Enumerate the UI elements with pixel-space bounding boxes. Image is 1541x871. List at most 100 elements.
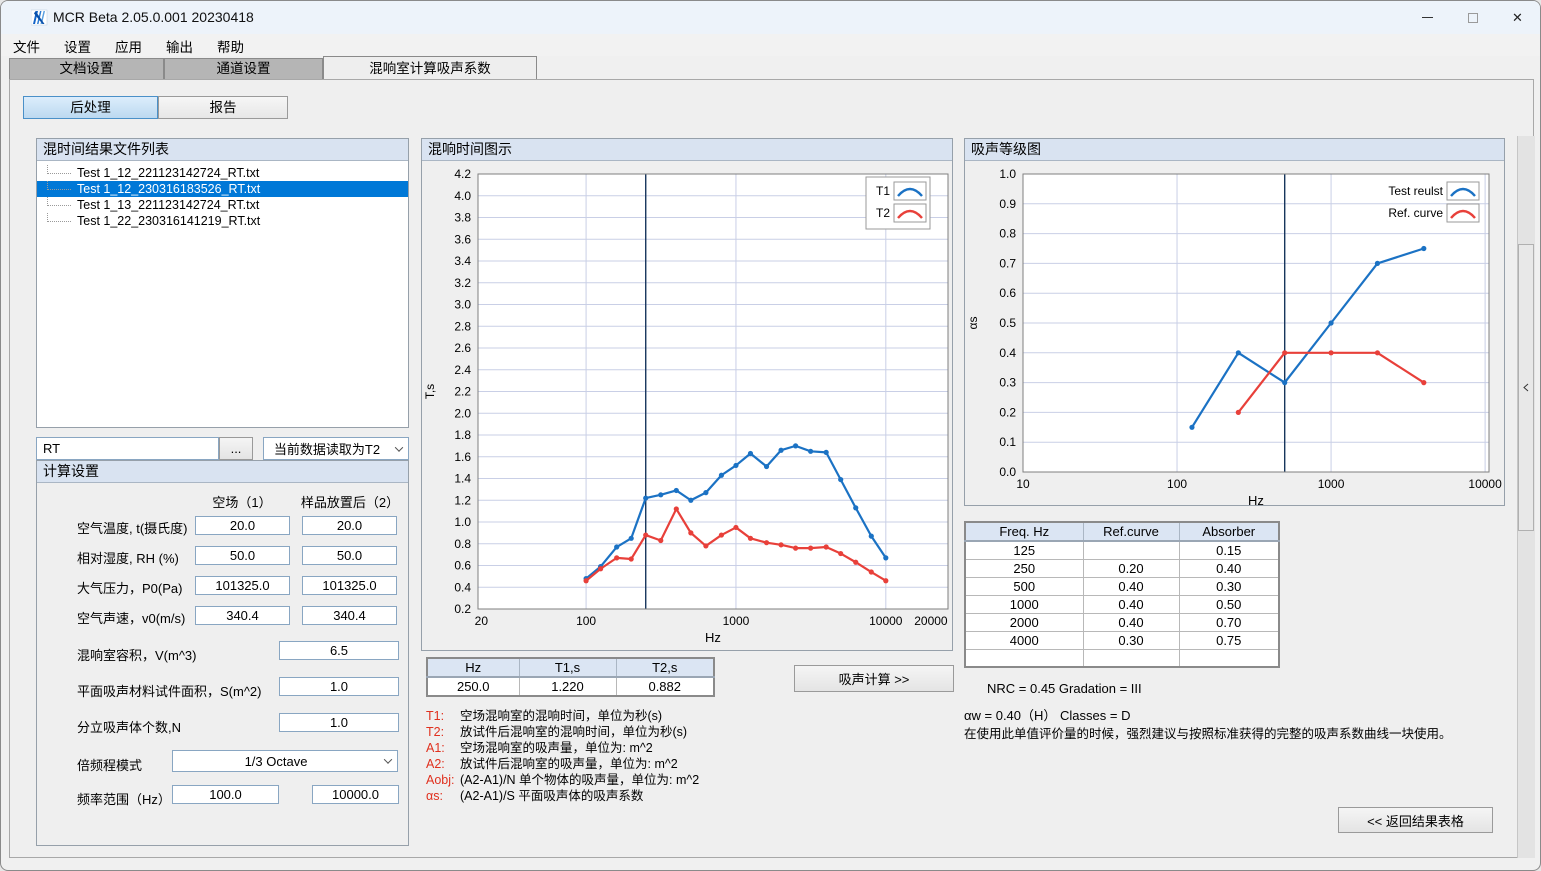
svg-text:1.0: 1.0 xyxy=(999,167,1016,181)
menu-settings[interactable]: 设置 xyxy=(52,34,103,56)
svg-text:0.9: 0.9 xyxy=(999,197,1016,211)
svg-text:T2: T2 xyxy=(876,206,890,220)
rt-files-panel-title: 混时间结果文件列表 xyxy=(37,139,408,161)
svg-text:3.4: 3.4 xyxy=(454,254,471,268)
app-window: MCR Beta 2.05.0.001 20230418 ✕ 文件 设置 应用 … xyxy=(0,0,1541,871)
room-volume-label: 混响室容积，V(m^3) xyxy=(77,645,197,664)
svg-text:T1: T1 xyxy=(876,184,890,198)
sound-speed-label: 空气声速，v0(m/s) xyxy=(77,608,185,627)
note-a2: A2:放试件后混响室的吸声量，单位为: m^2 xyxy=(426,757,678,773)
air-temp-label: 空气温度, t(摄氏度) xyxy=(77,518,188,537)
list-item[interactable]: Test 1_13_221123142724_RT.txt xyxy=(37,197,408,213)
humidity-label: 相对湿度, RH (%) xyxy=(77,548,179,567)
alpha-w-result: αw = 0.40（H） Classes = D xyxy=(964,705,1130,724)
pressure-2-field[interactable] xyxy=(302,576,397,595)
sample-area-field[interactable] xyxy=(279,677,399,696)
chevron-down-icon xyxy=(379,752,396,770)
app-logo-icon xyxy=(31,9,48,26)
absorption-calc-button[interactable]: 吸声计算 >> xyxy=(794,665,954,692)
close-icon: ✕ xyxy=(1512,10,1523,26)
note-aobj: Aobj:(A2-A1)/N 单个物体的吸声量，单位为: m^2 xyxy=(426,773,699,789)
pressure-label: 大气压力，P0(Pa) xyxy=(77,578,182,597)
minimize-button[interactable] xyxy=(1405,1,1450,34)
rt-table-header-t1: T1,s xyxy=(519,658,616,677)
rt-table-header-hz: Hz xyxy=(427,658,519,677)
maximize-button[interactable] xyxy=(1450,1,1495,34)
svg-text:0.3: 0.3 xyxy=(999,376,1016,390)
menu-file[interactable]: 文件 xyxy=(1,34,52,56)
svg-text:2.4: 2.4 xyxy=(454,363,471,377)
tree-branch-icon xyxy=(47,213,71,222)
window-title: MCR Beta 2.05.0.001 20230418 xyxy=(53,9,254,25)
svg-text:Hz: Hz xyxy=(705,630,721,645)
list-item-selected[interactable]: Test 1_12_230316183526_RT.txt xyxy=(37,181,408,197)
freq-max-field[interactable] xyxy=(312,785,399,804)
rt-files-panel: 混时间结果文件列表 Test 1_12_221123142724_RT.txt … xyxy=(36,138,409,428)
rt-table-header-t2: T2,s xyxy=(616,658,714,677)
table-row: 20000.400.70 xyxy=(965,614,1279,632)
freq-range-label: 频率范围（Hz） xyxy=(77,789,171,808)
freq-min-field[interactable] xyxy=(172,785,279,804)
subtab-report[interactable]: 报告 xyxy=(158,96,288,119)
pressure-1-field[interactable] xyxy=(195,576,290,595)
svg-text:2.6: 2.6 xyxy=(454,341,471,355)
tab-channel-settings[interactable]: 通道设置 xyxy=(164,58,323,79)
titlebar: MCR Beta 2.05.0.001 20230418 ✕ xyxy=(1,1,1540,34)
svg-text:1.6: 1.6 xyxy=(454,450,471,464)
svg-text:αs: αs xyxy=(966,317,980,330)
svg-text:Test reulst: Test reulst xyxy=(1388,184,1443,198)
minimize-icon xyxy=(1422,17,1433,18)
octave-mode-label: 倍频程模式 xyxy=(77,755,142,774)
note-a1: A1:空场混响室的吸声量，单位为: m^2 xyxy=(426,741,653,757)
menu-help[interactable]: 帮助 xyxy=(205,34,256,56)
return-results-button[interactable]: << 返回结果表格 xyxy=(1338,807,1493,833)
absorber-count-field[interactable] xyxy=(279,713,399,732)
rt-name-input[interactable] xyxy=(36,437,219,460)
svg-text:2.8: 2.8 xyxy=(454,319,471,333)
svg-text:0.5: 0.5 xyxy=(999,316,1016,330)
table-row: 10000.400.50 xyxy=(965,596,1279,614)
svg-text:0.7: 0.7 xyxy=(999,256,1016,270)
close-button[interactable]: ✕ xyxy=(1495,1,1540,34)
air-temp-2-field[interactable] xyxy=(302,516,397,535)
svg-text:100: 100 xyxy=(576,614,596,628)
absorption-grade-chart: 0.00.10.20.30.40.50.60.70.80.91.01010010… xyxy=(965,161,1504,510)
svg-text:1.2: 1.2 xyxy=(454,493,471,507)
svg-text:1000: 1000 xyxy=(1318,477,1345,491)
humidity-1-field[interactable] xyxy=(195,546,290,565)
table-row: 40000.300.75 xyxy=(965,632,1279,650)
tab-document-settings[interactable]: 文档设置 xyxy=(9,58,164,79)
svg-text:100: 100 xyxy=(1167,477,1187,491)
collapse-panel-button[interactable] xyxy=(1518,244,1534,531)
list-item[interactable]: Test 1_22_230316141219_RT.txt xyxy=(37,213,408,229)
svg-text:0.6: 0.6 xyxy=(454,559,471,573)
octave-mode-combo[interactable]: 1/3 Octave xyxy=(172,750,398,772)
svg-text:20000: 20000 xyxy=(914,614,948,628)
sound-speed-2-field[interactable] xyxy=(302,606,397,625)
table-row: 250.0 1.220 0.882 xyxy=(427,677,714,696)
col-header-empty-room: 空场（1） xyxy=(194,492,290,511)
data-read-as-combo[interactable]: 当前数据读取为T2 xyxy=(263,437,409,460)
menu-output[interactable]: 输出 xyxy=(154,34,205,56)
nrc-result: NRC = 0.45 Gradation = III xyxy=(987,681,1142,696)
tab-reverb-absorption[interactable]: 混响室计算吸声系数 xyxy=(323,56,537,79)
air-temp-1-field[interactable] xyxy=(195,516,290,535)
svg-text:1000: 1000 xyxy=(723,614,750,628)
browse-button[interactable]: ... xyxy=(219,437,253,460)
list-item[interactable]: Test 1_12_221123142724_RT.txt xyxy=(37,165,408,181)
table-row: 2500.200.40 xyxy=(965,560,1279,578)
absorber-count-label: 分立吸声体个数,N xyxy=(77,717,181,736)
svg-text:4.2: 4.2 xyxy=(454,167,471,181)
menu-apply[interactable]: 应用 xyxy=(103,34,154,56)
svg-text:0.0: 0.0 xyxy=(999,465,1016,479)
svg-text:1.0: 1.0 xyxy=(454,515,471,529)
table-row: 1250.15 xyxy=(965,541,1279,560)
room-volume-field[interactable] xyxy=(279,641,399,660)
subtab-postprocess[interactable]: 后处理 xyxy=(23,96,158,119)
humidity-2-field[interactable] xyxy=(302,546,397,565)
svg-text:10000: 10000 xyxy=(869,614,903,628)
absorption-table: Freq. Hz Ref.curve Absorber 1250.15 2500… xyxy=(964,521,1280,668)
sound-speed-1-field[interactable] xyxy=(195,606,290,625)
absorption-grade-chart-svg: 0.00.10.20.30.40.50.60.70.80.91.01010010… xyxy=(965,161,1504,505)
svg-text:0.2: 0.2 xyxy=(999,405,1016,419)
